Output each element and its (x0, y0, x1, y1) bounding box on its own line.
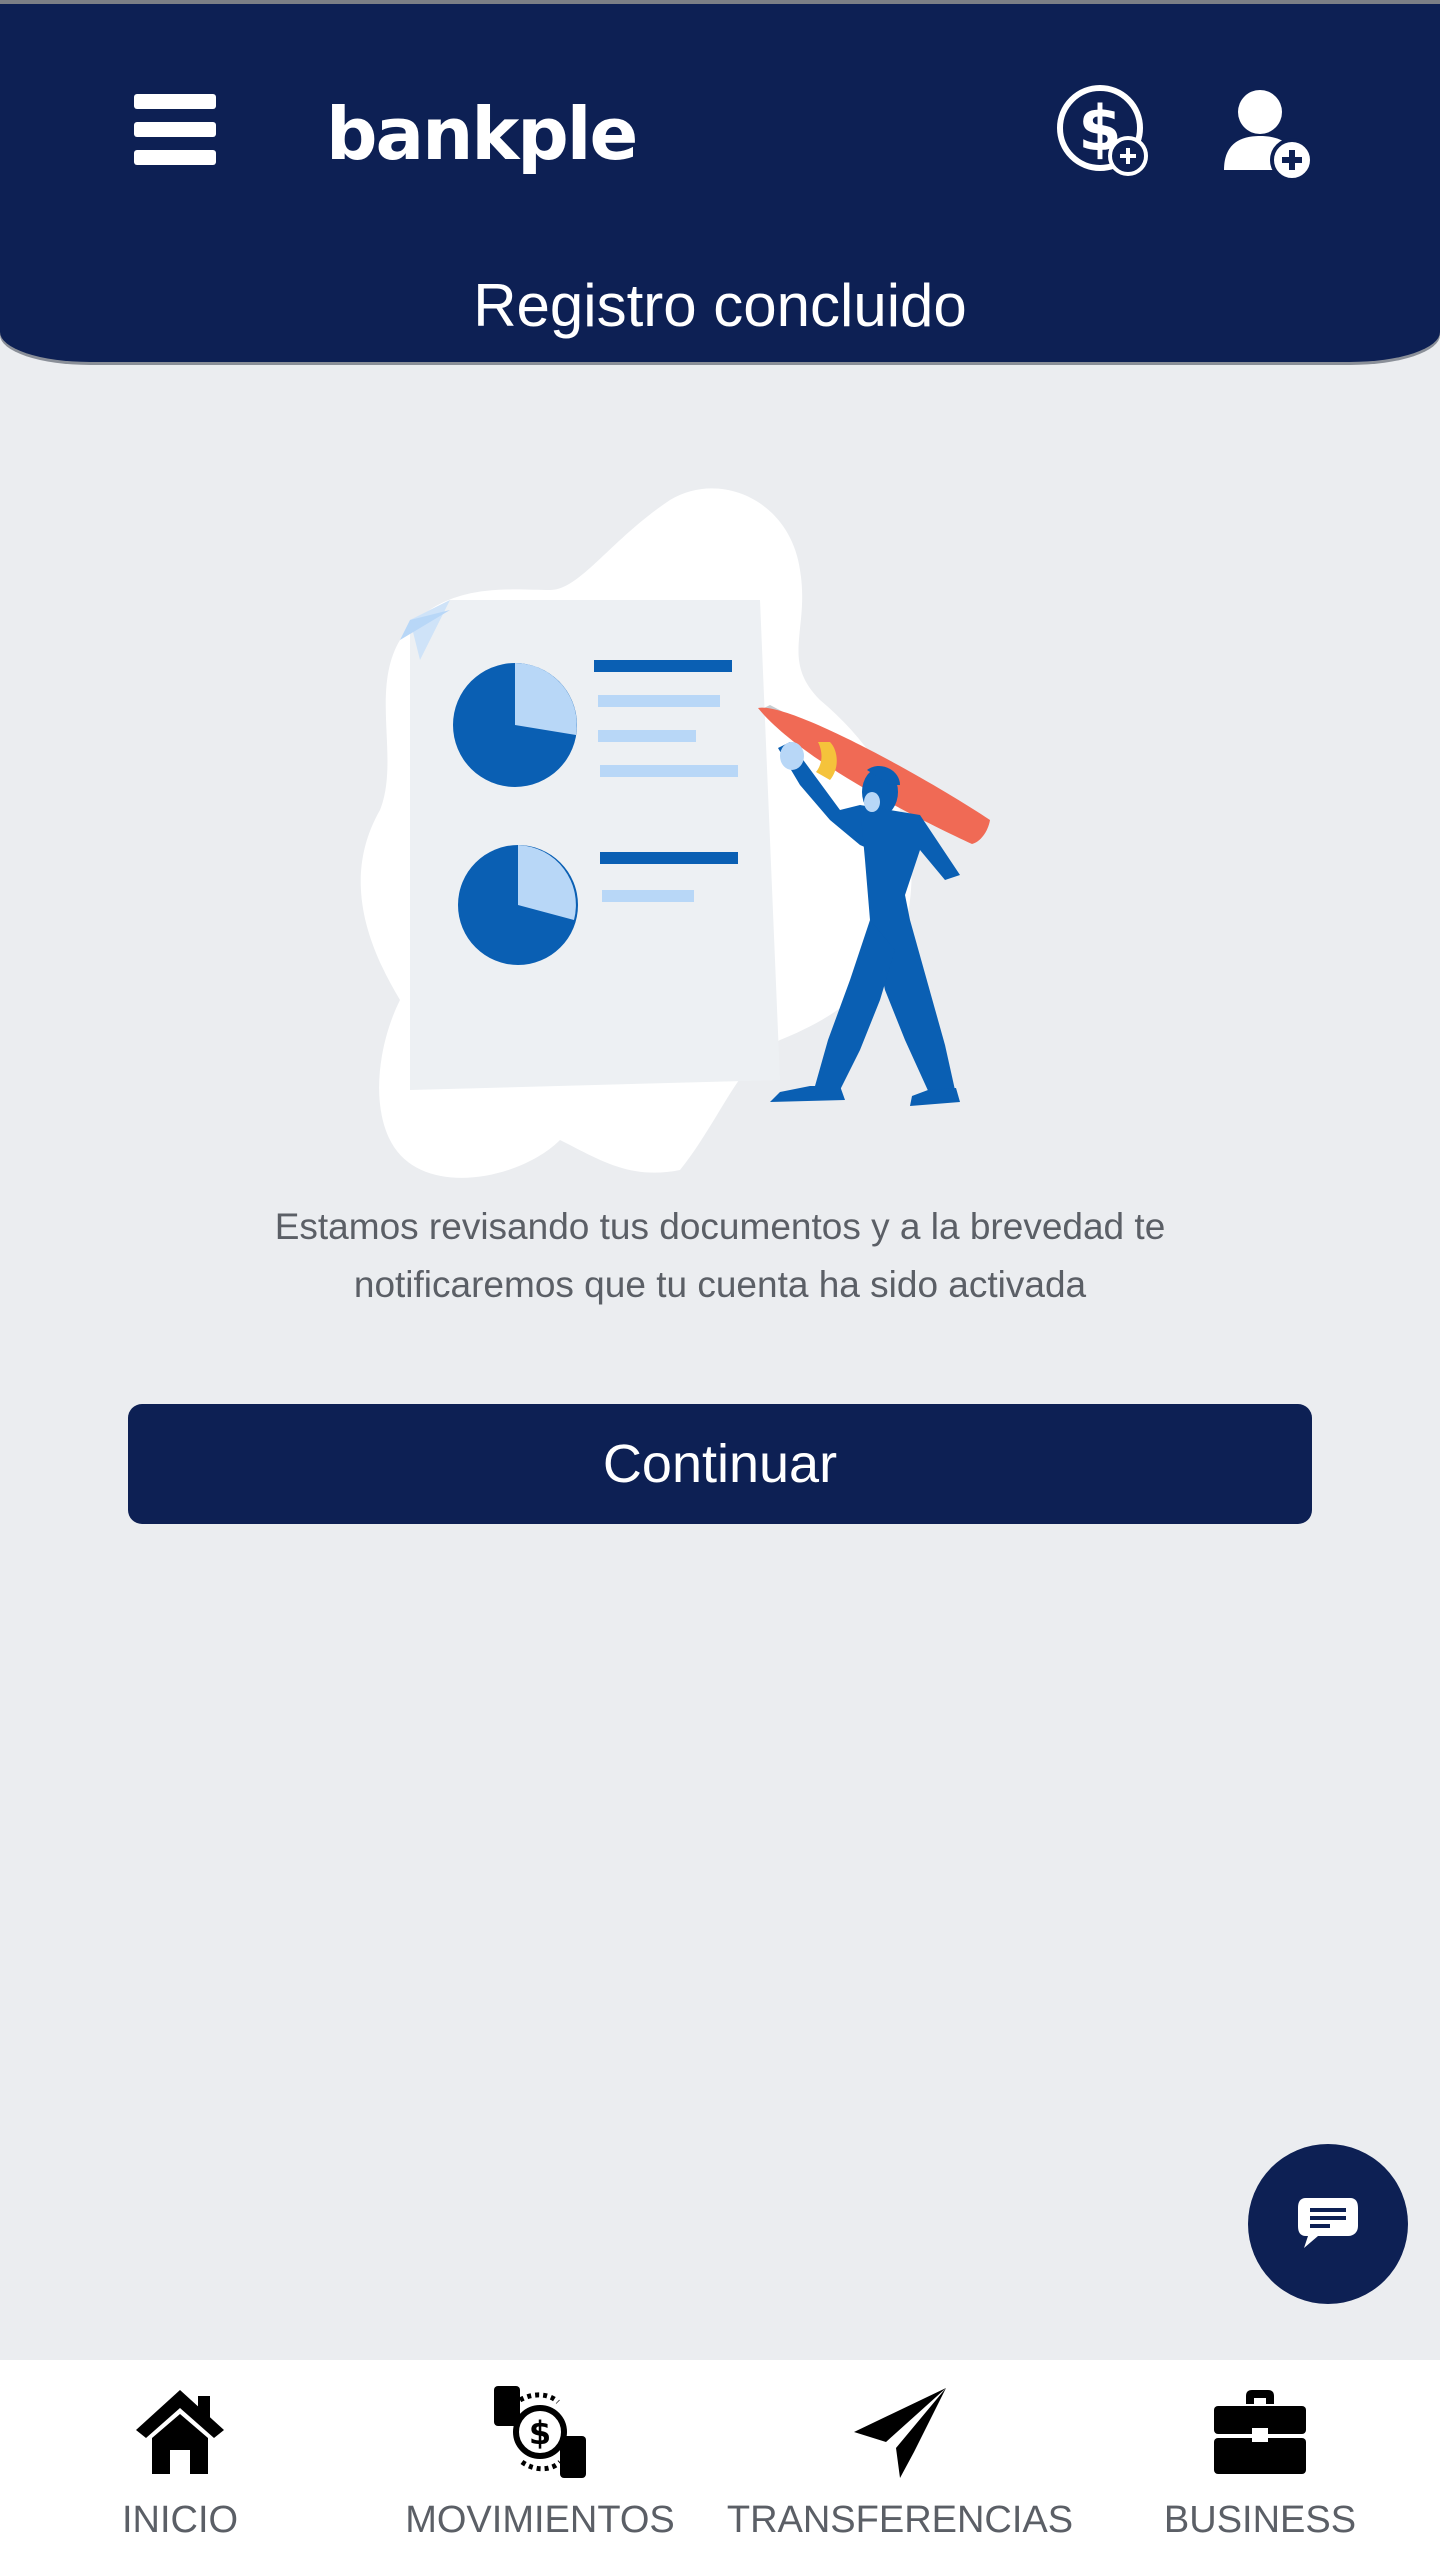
bottom-navigation: INICIO $ MOVIMIENTOS TRANSFERENCIAS BUSI… (0, 2360, 1440, 2560)
dollar-add-icon[interactable]: $ (1054, 82, 1154, 182)
briefcase-icon (1210, 2382, 1310, 2482)
nav-label-movimientos: MOVIMIENTOS (405, 2499, 675, 2541)
chat-button[interactable] (1248, 2144, 1408, 2304)
app-header: bankple $ Registro concluido (0, 4, 1440, 362)
nav-item-inicio[interactable]: INICIO (0, 2360, 360, 2560)
nav-item-movimientos[interactable]: $ MOVIMIENTOS (360, 2360, 720, 2560)
nav-label-inicio: INICIO (121, 2499, 239, 2541)
nav-item-transferencias[interactable]: TRANSFERENCIAS (720, 2360, 1080, 2560)
nav-label-business: BUSINESS (1163, 2499, 1357, 2541)
user-add-icon[interactable] (1220, 84, 1320, 184)
page-title: Registro concluido (473, 272, 967, 339)
money-exchange-icon: $ (490, 2382, 590, 2482)
menu-icon[interactable] (134, 94, 216, 166)
registration-complete-screen: bankple $ Registro concluido Estamos rev… (0, 0, 1440, 2560)
review-message: Estamos revisando tus documentos y a la … (274, 1206, 1166, 1305)
paper-plane-icon (850, 2382, 950, 2482)
bankple-logo: bankple (326, 92, 638, 176)
continue-button[interactable]: Continuar (128, 1404, 1312, 1524)
home-icon (130, 2382, 230, 2482)
chat-icon (1298, 2198, 1358, 2248)
nav-item-business[interactable]: BUSINESS (1080, 2360, 1440, 2560)
svg-text:$: $ (529, 2414, 551, 2452)
document-review-illustration (360, 480, 1080, 1180)
nav-label-transferencias: TRANSFERENCIAS (726, 2499, 1074, 2541)
